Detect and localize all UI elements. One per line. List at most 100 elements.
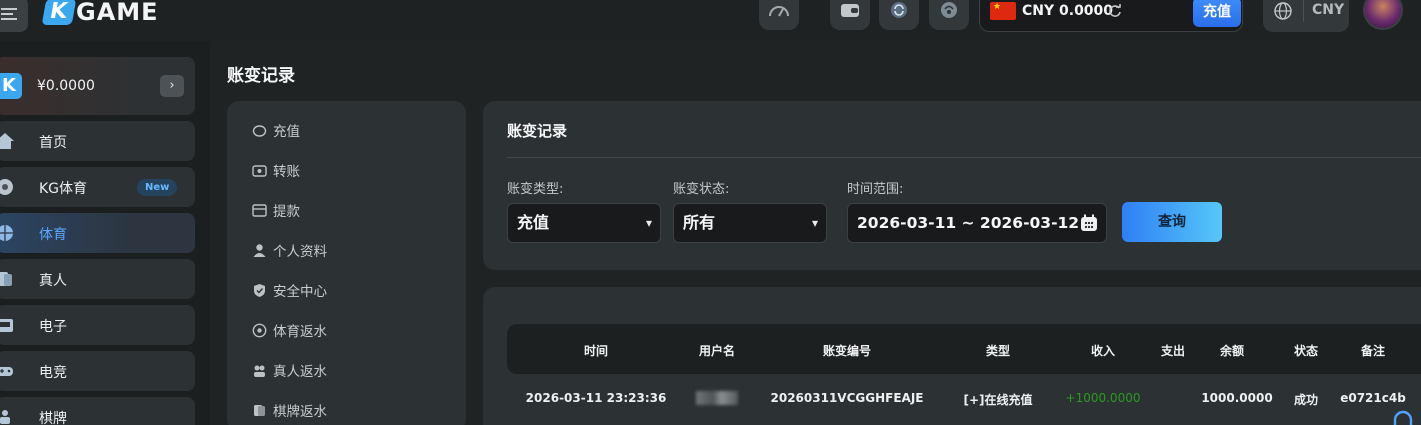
sidebar-item-label: KG体育 [39, 181, 88, 197]
logo-text: GAME [76, 0, 159, 26]
cell-type: [+]在线充值 [963, 393, 1033, 407]
column-header: 状态 [1293, 344, 1319, 358]
speed-button[interactable] [759, 0, 799, 30]
sidebar-item-esports[interactable]: 电竞 [0, 351, 195, 391]
headset-chat-icon[interactable] [1392, 410, 1414, 425]
panel-title: 账变记录 [507, 122, 568, 140]
subnav-item-live-rebate[interactable]: 真人返水 [252, 360, 327, 380]
column-header: 支出 [1160, 344, 1186, 358]
subnav-label: 安全中心 [273, 284, 327, 300]
date-range-value: 2026-03-11 ~ 2026-03-12 [857, 214, 1080, 232]
subnav-label: 真人返水 [273, 364, 327, 380]
type-select-value: 充值 [517, 213, 550, 232]
subnav-item-sports-rebate[interactable]: 体育返水 [252, 320, 327, 340]
user-avatar[interactable] [1363, 0, 1403, 30]
column-header: 收入 [1090, 344, 1116, 358]
cell-balance: 1000.0000 [1201, 391, 1273, 405]
table-header: 时间 用户名 账变编号 类型 收入 支出 余额 状态 备注 [507, 324, 1421, 374]
hamburger-icon [1, 8, 17, 20]
subnav-item-profile[interactable]: 个人资料 [252, 240, 327, 260]
sidebar-balance: ¥0.0000 [37, 78, 95, 94]
cell-remark: e0721c4b [1340, 391, 1406, 405]
cell-status: 成功 [1293, 393, 1319, 407]
sidebar-item-kg-sports[interactable]: KG体育 New [0, 167, 195, 207]
soccer-ball-icon [0, 179, 13, 195]
subnav-item-chess-rebate[interactable]: 棋牌返水 [252, 400, 327, 420]
transfer-icon [252, 163, 267, 178]
query-button[interactable]: 查询 [1122, 202, 1222, 242]
cell-time: 2026-03-11 23:23:36 [525, 391, 667, 405]
date-range-input[interactable]: 2026-03-11 ~ 2026-03-12 [847, 203, 1107, 243]
site-logo[interactable]: K GAME [41, 0, 159, 28]
cell-username-blurred [696, 391, 738, 405]
sidebar-item-label: 真人 [39, 273, 67, 289]
sidebar-balance-card[interactable]: K ¥0.0000 › [0, 57, 195, 115]
refresh-icon[interactable] [1108, 3, 1122, 22]
cards-icon [0, 272, 12, 286]
sidebar: K ¥0.0000 › 首页 KG体育 New 体育 真人 电子 电竞 棋牌 [0, 41, 210, 425]
calendar-icon [1081, 214, 1097, 231]
subnav-label: 个人资料 [273, 244, 327, 260]
wallet-balance-box: CNY 0.0000 充值 [979, 0, 1243, 32]
shield-icon [252, 283, 267, 298]
currency-label: CNY [1312, 2, 1345, 18]
wallet-icon-button[interactable] [830, 0, 870, 30]
language-currency-button[interactable]: CNY [1263, 0, 1349, 32]
soccer-ball-icon [252, 323, 267, 338]
gamepad-icon [0, 367, 13, 376]
china-flag-icon [990, 2, 1016, 20]
slot-machine-icon [0, 319, 13, 332]
page-title: 账变记录 [227, 66, 295, 86]
home-icon [0, 133, 14, 149]
cell-income: +1000.0000 [1065, 391, 1141, 405]
subnav-label: 转账 [273, 164, 300, 180]
sidebar-item-chess[interactable]: 棋牌 [0, 397, 195, 425]
people-icon [252, 363, 267, 378]
subnav-label: 充值 [273, 124, 300, 140]
subnav-item-transfer[interactable]: 转账 [252, 160, 300, 180]
column-header: 余额 [1219, 344, 1245, 358]
logo-mark: K [41, 0, 77, 25]
sidebar-item-label: 体育 [39, 227, 67, 243]
subnav-label: 体育返水 [273, 324, 327, 340]
withdraw-icon [252, 203, 267, 218]
status-select-value: 所有 [683, 213, 716, 232]
cell-record-id: 20260311VCGGHFEAJE [770, 391, 924, 405]
sidebar-item-home[interactable]: 首页 [0, 121, 195, 161]
subnav-item-deposit[interactable]: 充值 [252, 120, 300, 140]
new-badge: New [137, 179, 178, 196]
subnav-item-security[interactable]: 安全中心 [252, 280, 327, 300]
filter-panel: 账变记录 账变类型: 充值 ▾ 账变状态: 所有 ▾ 时间范围: 2026-03… [483, 101, 1421, 270]
chevron-right-icon[interactable]: › [160, 75, 184, 97]
basketball-icon [0, 225, 13, 241]
support-icon [941, 2, 957, 18]
chevron-down-icon: ▾ [811, 216, 818, 230]
wallet-icon [841, 4, 859, 17]
column-header: 用户名 [698, 344, 736, 358]
user-icon [252, 243, 267, 258]
piggy-bank-icon [252, 123, 267, 138]
support-button[interactable] [929, 0, 969, 30]
cards-icon [252, 403, 267, 418]
sidebar-item-sports[interactable]: 体育 [0, 213, 195, 253]
type-select[interactable]: 充值 ▾ [507, 203, 661, 243]
status-select[interactable]: 所有 ▾ [673, 203, 827, 243]
exchange-button[interactable] [879, 0, 919, 30]
status-filter-label: 账变状态: [673, 182, 730, 197]
sidebar-item-label: 棋牌 [39, 411, 67, 425]
sidebar-item-slots[interactable]: 电子 [0, 305, 195, 345]
records-panel: 时间 用户名 账变编号 类型 收入 支出 余额 状态 备注 2026-03-11… [483, 287, 1421, 425]
recharge-button[interactable]: 充值 [1193, 0, 1241, 27]
menu-toggle-button[interactable] [0, 0, 28, 32]
column-header: 备注 [1360, 344, 1386, 358]
divider [1303, 0, 1304, 22]
subnav-item-withdraw[interactable]: 提款 [252, 200, 300, 220]
sidebar-item-live-casino[interactable]: 真人 [0, 259, 195, 299]
sidebar-item-label: 首页 [39, 135, 67, 151]
column-header: 账变编号 [822, 344, 872, 358]
chess-icon [0, 410, 10, 424]
exchange-icon [891, 2, 907, 18]
type-filter-label: 账变类型: [507, 182, 564, 197]
account-subnav: 充值 转账 提款 个人资料 安全中心 体育返水 真人返水 棋牌返水 [227, 101, 466, 425]
wallet-balance: CNY 0.0000 [1022, 3, 1114, 19]
